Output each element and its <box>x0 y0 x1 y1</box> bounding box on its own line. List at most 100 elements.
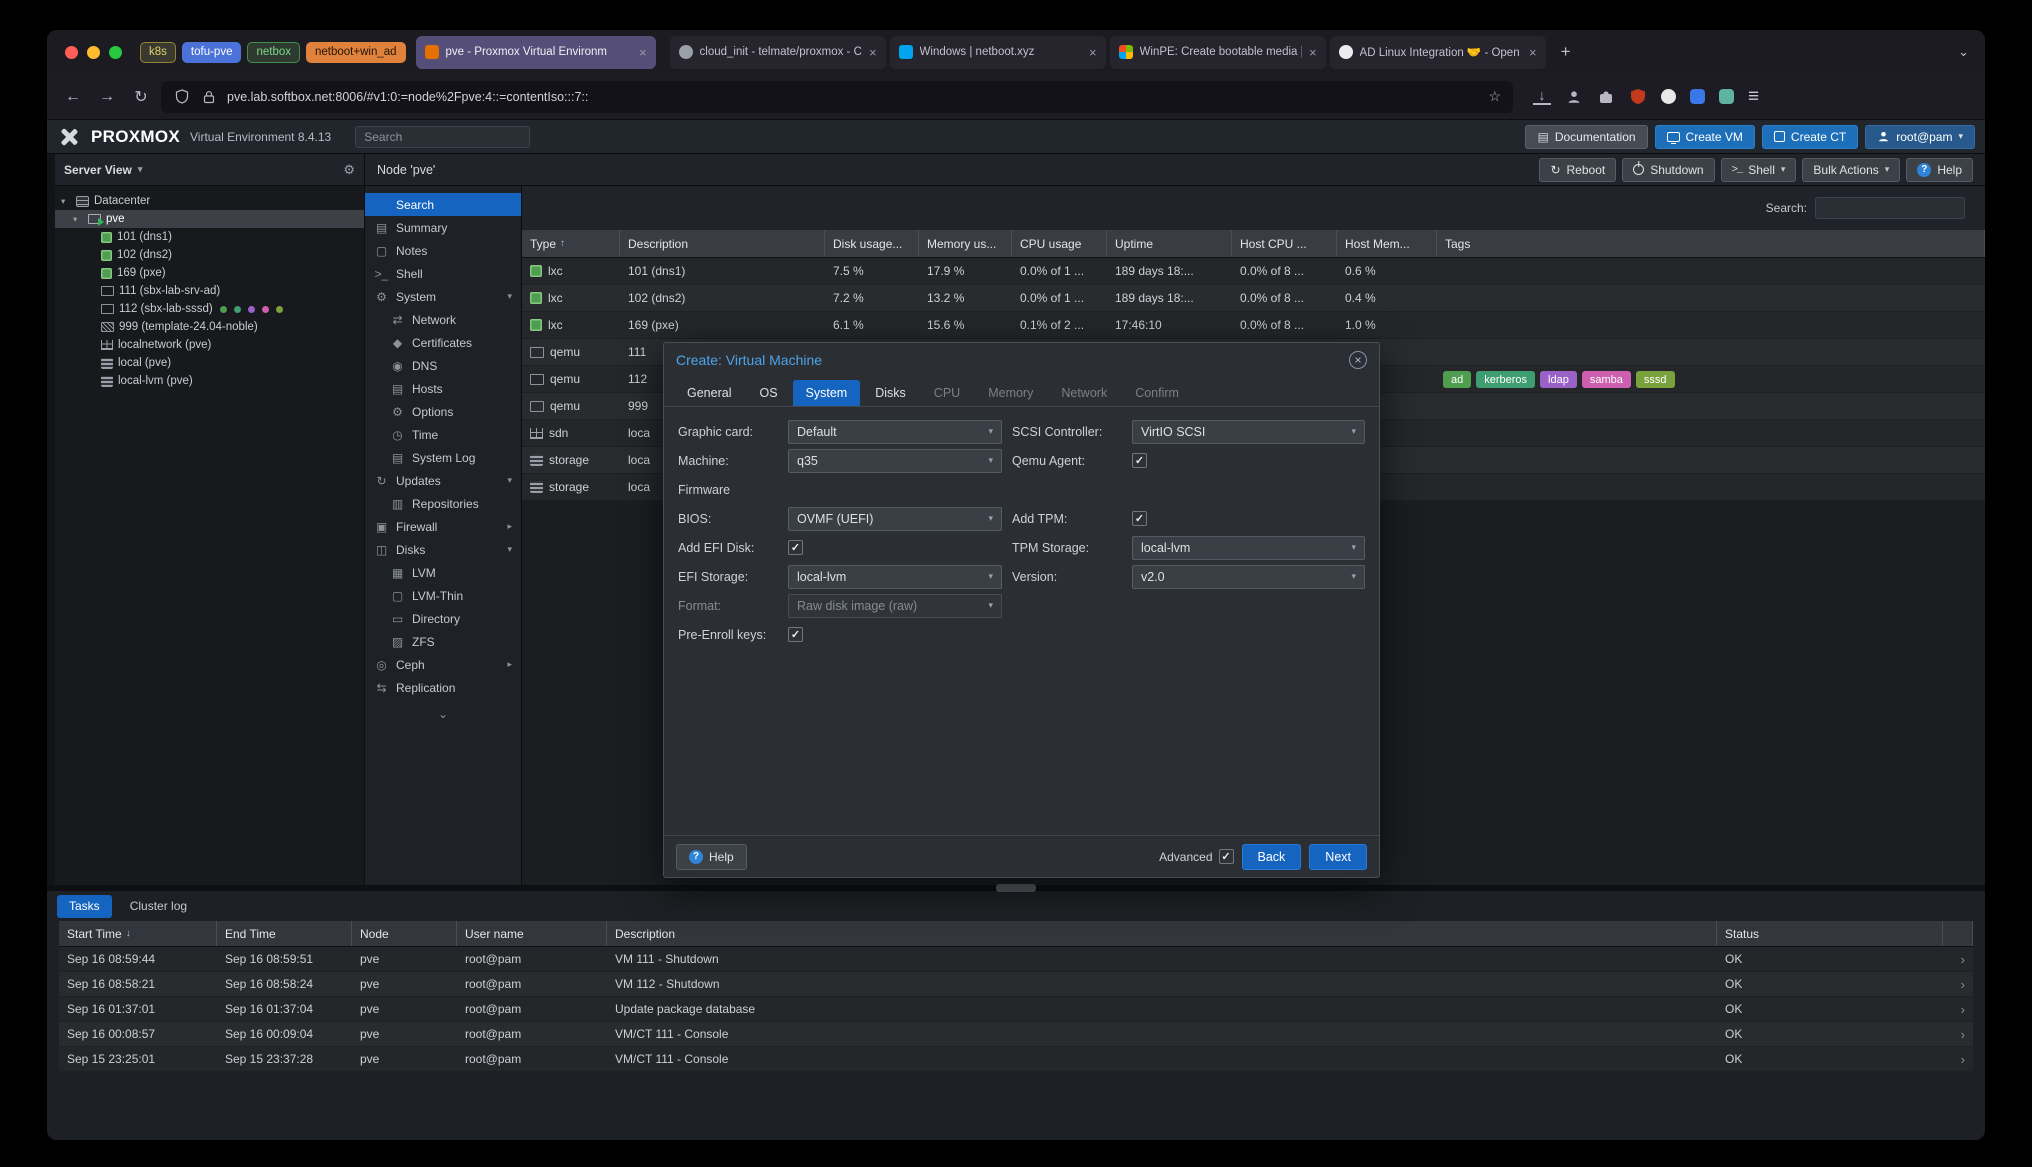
caret-icon[interactable]: ▾ <box>73 214 83 225</box>
task-expand-icon[interactable]: › <box>1943 952 1973 967</box>
help-button[interactable]: ? Help <box>1906 157 1973 182</box>
tree-item-node-pve[interactable]: ▾ pve <box>55 210 364 228</box>
version-select[interactable]: v2.0 ▾ <box>1132 564 1365 589</box>
node-menu-item[interactable]: ⚙ Options <box>365 400 521 423</box>
advanced-checkbox[interactable] <box>1218 849 1234 864</box>
task-expand-icon[interactable]: › <box>1943 1002 1973 1017</box>
tree-item-datacenter[interactable]: ▾ Datacenter <box>55 192 364 210</box>
extension-icon[interactable] <box>1690 89 1705 104</box>
dialog-help-button[interactable]: ? Help <box>676 843 747 870</box>
dialog-titlebar[interactable]: Create: Virtual Machine × <box>664 343 1379 377</box>
panel-splitter[interactable] <box>47 884 1985 892</box>
column-start-time[interactable]: Start Time ↓ <box>59 921 217 946</box>
column-description[interactable]: Description <box>607 921 1717 946</box>
menu-expand-icon[interactable]: ▾ <box>507 544 512 555</box>
efi-storage-select[interactable]: local-lvm ▾ <box>788 564 1002 589</box>
back-button[interactable]: Back <box>1241 843 1302 870</box>
dialog-tab[interactable]: Confirm <box>1122 380 1192 406</box>
tree-view-header[interactable]: Server View ▾ ⚙ <box>55 154 364 186</box>
column-tags[interactable]: Tags <box>1437 230 1985 257</box>
tree-item-ct-169[interactable]: 169 (pxe) <box>55 264 364 282</box>
task-expand-icon[interactable]: › <box>1943 1052 1973 1067</box>
machine-select[interactable]: q35 ▾ <box>788 448 1002 473</box>
account-icon[interactable] <box>1565 88 1583 106</box>
tab-group-chip[interactable]: tofu-pve <box>181 41 242 63</box>
tree-item-storage-local[interactable]: local (pve) <box>55 354 364 372</box>
task-row[interactable]: Sep 16 00:08:57 Sep 16 00:09:04 pve root… <box>59 1022 1973 1047</box>
column-node[interactable]: Node <box>352 921 457 946</box>
bulk-actions-button[interactable]: Bulk Actions ▾ <box>1802 157 1901 182</box>
tree-item-localnetwork[interactable]: localnetwork (pve) <box>55 336 364 354</box>
list-all-tabs-button[interactable]: ⌄ <box>1958 44 1969 60</box>
back-button[interactable]: ← <box>59 83 87 111</box>
node-menu-item[interactable]: ▦ LVM <box>365 561 521 584</box>
qemu-agent-checkbox[interactable] <box>1132 453 1147 468</box>
minimize-window-button[interactable] <box>87 45 100 59</box>
node-menu-item[interactable]: ▤ Summary <box>365 216 521 239</box>
node-menu-item[interactable]: ↻ Updates ▾ <box>365 469 521 492</box>
task-expand-icon[interactable]: › <box>1943 1027 1973 1042</box>
column-host-mem[interactable]: Host Mem... <box>1337 230 1437 257</box>
node-menu-item[interactable]: ▤ Hosts <box>365 377 521 400</box>
node-menu-item[interactable]: ⇆ Replication <box>365 676 521 699</box>
close-window-button[interactable] <box>65 45 78 59</box>
task-row[interactable]: Sep 16 08:58:21 Sep 16 08:58:24 pve root… <box>59 972 1973 997</box>
column-uptime[interactable]: Uptime <box>1107 230 1232 257</box>
bookmark-star-icon[interactable]: ☆ <box>1488 88 1501 105</box>
node-menu-item[interactable]: ▤ System Log <box>365 446 521 469</box>
shell-button[interactable]: >_ Shell ▾ <box>1720 157 1797 182</box>
guest-table-row[interactable]: lxc 102 (dns2) 7.2 % 13.2 % 0.0% of 1 ..… <box>522 285 1985 312</box>
new-tab-button[interactable]: + <box>1552 38 1580 66</box>
app-menu-icon[interactable]: ≡ <box>1748 86 1759 108</box>
browser-tab[interactable]: AD Linux Integration 🤝 - Open × <box>1329 35 1546 69</box>
reboot-button[interactable]: ↻ Reboot <box>1539 157 1617 182</box>
global-search-input[interactable] <box>355 125 531 148</box>
browser-tab[interactable]: pve - Proxmox Virtual Environm × <box>415 35 656 69</box>
forward-button[interactable]: → <box>93 83 121 111</box>
node-menu-item[interactable]: ▭ Directory <box>365 607 521 630</box>
tpm-storage-select[interactable]: local-lvm ▾ <box>1132 535 1365 560</box>
tab-close-icon[interactable]: × <box>1309 45 1317 60</box>
user-menu-button[interactable]: root@pam ▾ <box>1865 124 1975 149</box>
dialog-close-icon[interactable]: × <box>1349 351 1367 369</box>
reload-button[interactable]: ↻ <box>127 83 155 111</box>
node-menu-item[interactable]: ⚙ System ▾ <box>365 285 521 308</box>
pre-enroll-keys-checkbox[interactable] <box>788 627 803 642</box>
tab-close-icon[interactable]: × <box>869 45 877 60</box>
padlock-icon[interactable] <box>200 88 218 106</box>
node-menu-item[interactable]: ◉ DNS <box>365 354 521 377</box>
chevron-down-icon[interactable]: ▾ <box>1781 164 1786 175</box>
node-menu-item[interactable]: ◎ Ceph ▸ <box>365 653 521 676</box>
downloads-icon[interactable]: ↓ <box>1533 88 1551 105</box>
splitter-handle[interactable] <box>996 884 1036 892</box>
create-vm-button[interactable]: Create VM <box>1654 124 1755 149</box>
guest-table-row[interactable]: lxc 169 (pxe) 6.1 % 15.6 % 0.1% of 2 ...… <box>522 312 1985 339</box>
caret-icon[interactable]: ▾ <box>61 196 71 207</box>
documentation-button[interactable]: ▤ Documentation <box>1525 124 1648 149</box>
dialog-tab[interactable]: System <box>792 380 861 406</box>
task-row[interactable]: Sep 15 23:25:01 Sep 15 23:37:28 pve root… <box>59 1047 1973 1072</box>
tree-item-ct-102[interactable]: 102 (dns2) <box>55 246 364 264</box>
tab-group-chip[interactable]: netboot+win_ad <box>306 41 406 63</box>
node-menu-item[interactable]: >_ Shell <box>365 262 521 285</box>
extension-icon[interactable] <box>1719 89 1734 104</box>
node-menu-item[interactable]: Search <box>365 193 521 216</box>
node-menu-item[interactable]: ▥ Repositories <box>365 492 521 515</box>
tab-cluster-log[interactable]: Cluster log <box>118 895 199 918</box>
node-menu-item[interactable]: ▣ Firewall ▸ <box>365 515 521 538</box>
dialog-tab[interactable]: CPU <box>921 380 973 406</box>
guest-search-input[interactable] <box>1815 197 1965 219</box>
tab-close-icon[interactable]: × <box>639 45 647 60</box>
url-bar[interactable]: pve.lab.softbox.net:8006/#v1:0:=node%2Fp… <box>161 80 1513 113</box>
node-menu-item[interactable]: ▢ Notes <box>365 239 521 262</box>
add-efi-disk-checkbox[interactable] <box>788 540 803 555</box>
column-user-name[interactable]: User name <box>457 921 607 946</box>
column-host-cpu[interactable]: Host CPU ... <box>1232 230 1337 257</box>
tab-group-chip[interactable]: netbox <box>247 41 300 63</box>
tab-close-icon[interactable]: × <box>1089 45 1097 60</box>
tree-item-ct-101[interactable]: 101 (dns1) <box>55 228 364 246</box>
task-row[interactable]: Sep 16 01:37:01 Sep 16 01:37:04 pve root… <box>59 997 1973 1022</box>
graphic-card-select[interactable]: Default ▾ <box>788 419 1002 444</box>
scsi-controller-select[interactable]: VirtIO SCSI ▾ <box>1132 419 1365 444</box>
dialog-tab[interactable]: General <box>674 380 744 406</box>
